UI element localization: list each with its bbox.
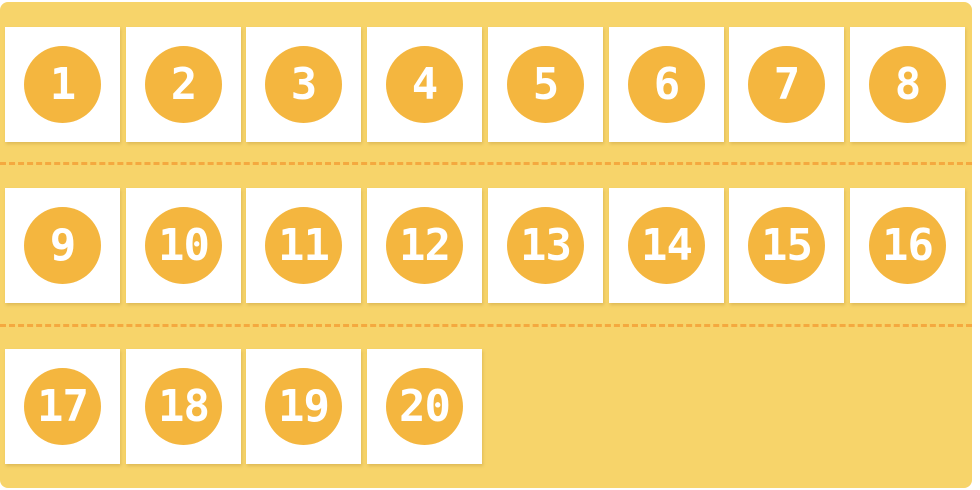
tile-number-badge: 17	[24, 368, 101, 445]
tile-number-badge: 8	[869, 46, 946, 123]
grid-tile-9[interactable]: 9	[5, 188, 120, 303]
grid-tile-3[interactable]: 3	[246, 27, 361, 142]
grid-tile-8[interactable]: 8	[850, 27, 965, 142]
grid-tile-2[interactable]: 2	[126, 27, 241, 142]
tile-number-badge: 18	[145, 368, 222, 445]
tile-grid-panel: 1 2 3 4 5 6 7 8 9 10 11 12 13 14 15 16 17 18 19 20	[0, 2, 972, 488]
tile-number-badge: 3	[265, 46, 342, 123]
grid-tile-6[interactable]: 6	[609, 27, 724, 142]
grid-tile-1[interactable]: 1	[5, 27, 120, 142]
tile-number-badge: 9	[24, 207, 101, 284]
tile-number-badge: 4	[386, 46, 463, 123]
grid-tile-16[interactable]: 16	[850, 188, 965, 303]
tile-number-badge: 15	[748, 207, 825, 284]
grid-tile-4[interactable]: 4	[367, 27, 482, 142]
tile-number-badge: 16	[869, 207, 946, 284]
grid-tile-11[interactable]: 11	[246, 188, 361, 303]
grid-tile-5[interactable]: 5	[488, 27, 603, 142]
grid-tile-17[interactable]: 17	[5, 349, 120, 464]
tile-number-badge: 20	[386, 368, 463, 445]
grid-tile-14[interactable]: 14	[609, 188, 724, 303]
tile-number-badge: 19	[265, 368, 342, 445]
tile-number-badge: 12	[386, 207, 463, 284]
grid-tile-15[interactable]: 15	[729, 188, 844, 303]
tile-number-badge: 11	[265, 207, 342, 284]
tile-number-badge: 1	[24, 46, 101, 123]
grid-tile-19[interactable]: 19	[246, 349, 361, 464]
grid-tile-20[interactable]: 20	[367, 349, 482, 464]
grid-tile-13[interactable]: 13	[488, 188, 603, 303]
grid-tile-10[interactable]: 10	[126, 188, 241, 303]
tile-number-badge: 2	[145, 46, 222, 123]
tile-number-badge: 7	[748, 46, 825, 123]
tile-number-badge: 5	[507, 46, 584, 123]
grid-tile-18[interactable]: 18	[126, 349, 241, 464]
grid-tile-7[interactable]: 7	[729, 27, 844, 142]
grid-tile-12[interactable]: 12	[367, 188, 482, 303]
tile-number-badge: 10	[145, 207, 222, 284]
row-divider	[0, 162, 972, 165]
tile-number-badge: 6	[628, 46, 705, 123]
tile-number-badge: 14	[628, 207, 705, 284]
row-divider	[0, 324, 972, 327]
tile-number-badge: 13	[507, 207, 584, 284]
